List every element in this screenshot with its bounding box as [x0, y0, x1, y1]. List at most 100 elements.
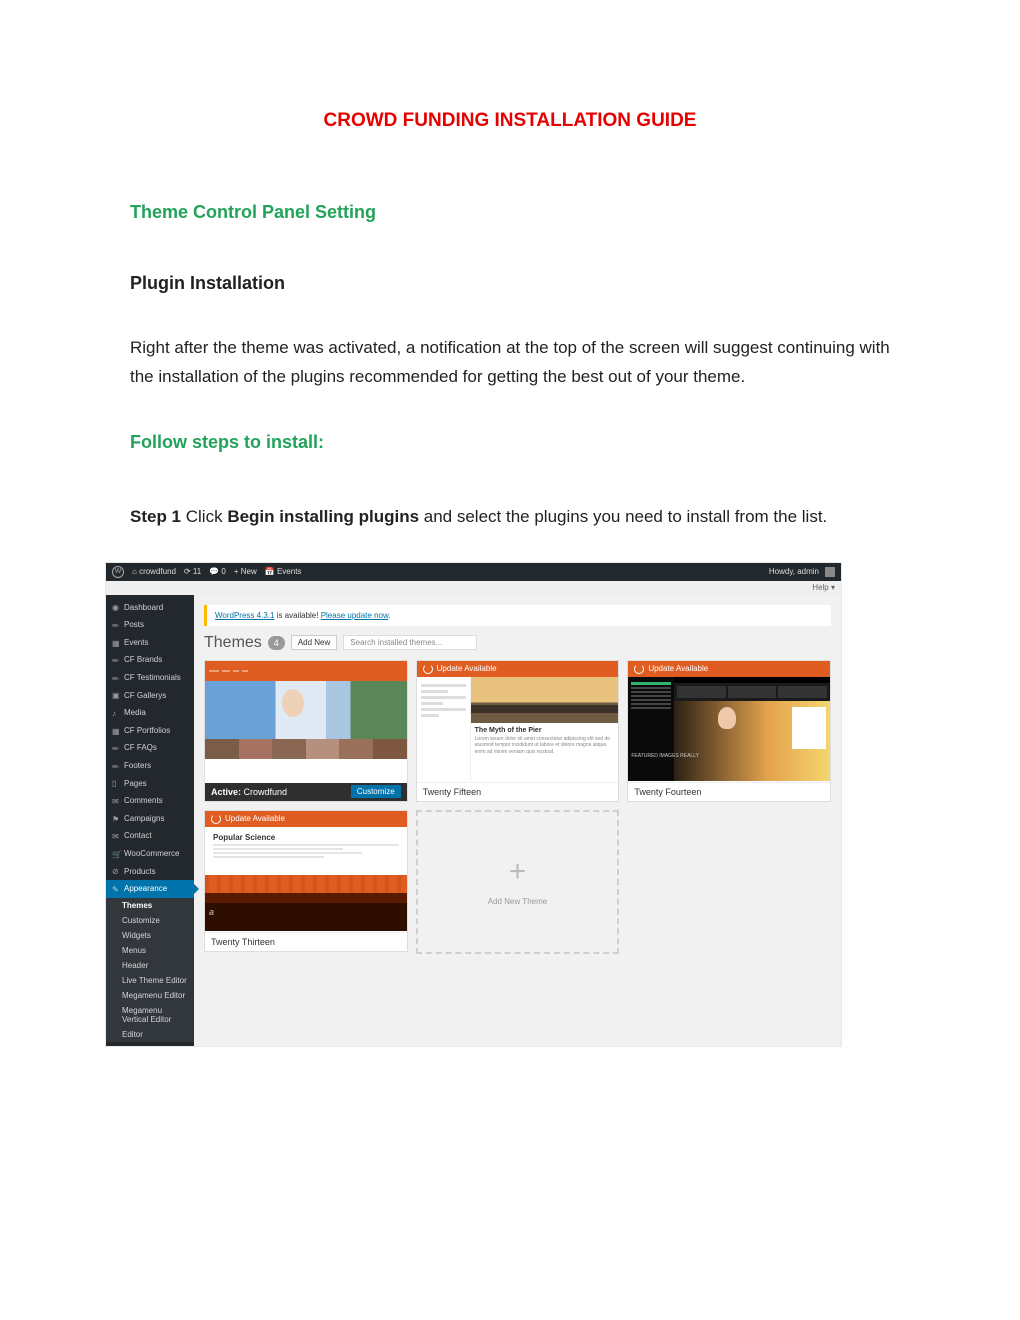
- sidebar-item-media[interactable]: ♪Media: [106, 704, 194, 722]
- customize-button[interactable]: Customize: [351, 785, 401, 798]
- adminbar-updates[interactable]: ⟳ 11: [184, 567, 201, 576]
- follow-steps-heading: Follow steps to install:: [130, 432, 890, 453]
- adminbar-new[interactable]: + New: [234, 567, 257, 576]
- wordpress-screenshot: W ⌂ crowdfund ⟳ 11 💬 0 + New 📅 Events Ho…: [105, 562, 842, 1047]
- help-tab[interactable]: Help ▾: [106, 581, 841, 595]
- theme-name: Twenty Thirteen: [211, 937, 275, 947]
- sidebar-sub-widgets[interactable]: Widgets: [106, 928, 194, 943]
- notice-update-link[interactable]: Please update now: [321, 611, 389, 620]
- step-label: Step 1: [130, 507, 181, 526]
- admin-sidebar: ◉Dashboard ✎Posts ▦Events ✎CF Brands ✎CF…: [106, 595, 194, 1046]
- flag-icon: ⚑: [112, 815, 120, 823]
- theme-twenty-fourteen[interactable]: Update Available FEATURED IMAGES REALLY: [627, 660, 831, 802]
- sidebar-sub-header[interactable]: Header: [106, 958, 194, 973]
- theme-twenty-fifteen[interactable]: Update Available The Myth of the PierLor…: [416, 660, 620, 802]
- adminbar-howdy[interactable]: Howdy, admin: [769, 567, 819, 576]
- sidebar-item-dashboard[interactable]: ◉Dashboard: [106, 599, 194, 617]
- add-new-button[interactable]: Add New: [291, 635, 337, 650]
- step-1-text: Step 1 Click Begin installing plugins an…: [130, 503, 890, 532]
- sidebar-item-contact[interactable]: ✉Contact: [106, 827, 194, 845]
- notice-text: is available!: [274, 611, 320, 620]
- adminbar: W ⌂ crowdfund ⟳ 11 💬 0 + New 📅 Events Ho…: [106, 563, 841, 581]
- image-icon: ▣: [112, 691, 120, 699]
- theme-preview: FEATURED IMAGES REALLY: [628, 677, 830, 781]
- step-action: Begin installing plugins: [227, 507, 419, 526]
- sidebar-sub-customize[interactable]: Customize: [106, 913, 194, 928]
- comment-icon: ✉: [112, 797, 120, 805]
- page-titlebar: Themes 4 Add New Search installed themes…: [204, 634, 831, 652]
- theme-preview: Popular Science a: [205, 827, 407, 931]
- adminbar-site[interactable]: ⌂ crowdfund: [132, 567, 176, 576]
- sidebar-sub-live-theme-editor[interactable]: Live Theme Editor: [106, 973, 194, 988]
- theme-name: Twenty Fourteen: [634, 787, 701, 797]
- document-page: CROWD FUNDING INSTALLATION GUIDE Theme C…: [0, 0, 1020, 1127]
- dashboard-icon: ◉: [112, 603, 120, 611]
- sidebar-item-woocommerce[interactable]: 🛒WooCommerce: [106, 845, 194, 863]
- document-title: CROWD FUNDING INSTALLATION GUIDE: [130, 110, 890, 132]
- page-icon: ▯: [112, 779, 120, 787]
- theme-name: Twenty Fifteen: [423, 787, 482, 797]
- sidebar-item-footers[interactable]: ✎Footers: [106, 757, 194, 775]
- sidebar-item-comments[interactable]: ✉Comments: [106, 792, 194, 810]
- sidebar-sub-editor[interactable]: Editor: [106, 1027, 194, 1042]
- sidebar-item-appearance[interactable]: ✎Appearance: [106, 880, 194, 898]
- step-text-b: and select the plugins you need to insta…: [419, 507, 827, 526]
- theme-footer: Active: Crowdfund Customize: [205, 783, 407, 801]
- update-available-bar[interactable]: Update Available: [417, 661, 619, 677]
- update-available-bar[interactable]: Update Available: [205, 811, 407, 827]
- pin-icon: ✎: [110, 619, 121, 630]
- sidebar-item-products[interactable]: ⊘Products: [106, 863, 194, 881]
- preview-post-title: The Myth of the Pier: [475, 727, 615, 734]
- grid-icon: ▦: [112, 727, 120, 735]
- pin-icon: ✎: [110, 655, 121, 666]
- update-notice: WordPress 4.3.1 is available! Please upd…: [204, 605, 831, 626]
- theme-crowdfund[interactable]: Active: Crowdfund Customize: [204, 660, 408, 802]
- add-new-theme-label: Add New Theme: [488, 897, 547, 906]
- intro-paragraph: Right after the theme was activated, a n…: [130, 334, 890, 392]
- cart-icon: 🛒: [112, 850, 120, 858]
- sidebar-item-events[interactable]: ▦Events: [106, 634, 194, 652]
- pin-icon: ✎: [110, 760, 121, 771]
- sidebar-item-posts[interactable]: ✎Posts: [106, 616, 194, 634]
- sidebar-item-campaigns[interactable]: ⚑Campaigns: [106, 810, 194, 828]
- avatar[interactable]: [825, 567, 835, 577]
- search-input[interactable]: Search installed themes...: [343, 635, 477, 650]
- sidebar-sub-megamenu-editor[interactable]: Megamenu Editor: [106, 988, 194, 1003]
- wordpress-logo-icon: W: [112, 566, 124, 578]
- plus-icon: +: [509, 857, 527, 887]
- sidebar-item-pages[interactable]: ▯Pages: [106, 775, 194, 793]
- theme-preview: The Myth of the PierLorem ipsum dolor si…: [417, 677, 619, 781]
- theme-twenty-thirteen[interactable]: Update Available Popular Science a Twent…: [204, 810, 408, 952]
- active-theme-label: Active: Crowdfund: [211, 787, 287, 797]
- mail-icon: ✉: [112, 832, 120, 840]
- sidebar-sub-menus[interactable]: Menus: [106, 943, 194, 958]
- preview-header: Popular Science: [213, 833, 275, 842]
- section-heading-1: Theme Control Panel Setting: [130, 202, 890, 223]
- sidebar-item-cf-testimonials[interactable]: ✎CF Testimonials: [106, 669, 194, 687]
- step-text-a: Click: [181, 507, 227, 526]
- themes-count-badge: 4: [268, 636, 285, 650]
- pin-icon: ✎: [110, 743, 121, 754]
- admin-main: WordPress 4.3.1 is available! Please upd…: [194, 595, 841, 1046]
- sidebar-item-cf-portfolios[interactable]: ▦CF Portfolios: [106, 722, 194, 740]
- calendar-icon: ▦: [112, 639, 120, 647]
- notice-version-link[interactable]: WordPress 4.3.1: [215, 611, 274, 620]
- media-icon: ♪: [112, 709, 120, 717]
- sidebar-item-cf-gallerys[interactable]: ▣CF Gallerys: [106, 687, 194, 705]
- sidebar-sub-themes[interactable]: Themes: [106, 898, 194, 913]
- sidebar-item-cf-brands[interactable]: ✎CF Brands: [106, 651, 194, 669]
- section-heading-2: Plugin Installation: [130, 273, 890, 294]
- adminbar-comments[interactable]: 💬 0: [209, 567, 226, 576]
- sidebar-sub-megamenu-vertical-editor[interactable]: Megamenu Vertical Editor: [106, 1003, 194, 1027]
- pin-icon: ✎: [110, 672, 121, 683]
- adminbar-events[interactable]: 📅 Events: [265, 567, 302, 576]
- tag-icon: ⊘: [112, 867, 120, 875]
- page-title: Themes: [204, 634, 262, 652]
- add-new-theme-tile[interactable]: + Add New Theme: [416, 810, 620, 954]
- preview-caption: FEATURED IMAGES REALLY: [631, 753, 699, 759]
- sidebar-item-cf-faqs[interactable]: ✎CF FAQs: [106, 739, 194, 757]
- theme-preview: [205, 661, 407, 765]
- update-available-bar[interactable]: Update Available: [628, 661, 830, 677]
- themes-grid: Active: Crowdfund Customize Update Avail…: [204, 660, 831, 954]
- brush-icon: ✎: [112, 885, 120, 893]
